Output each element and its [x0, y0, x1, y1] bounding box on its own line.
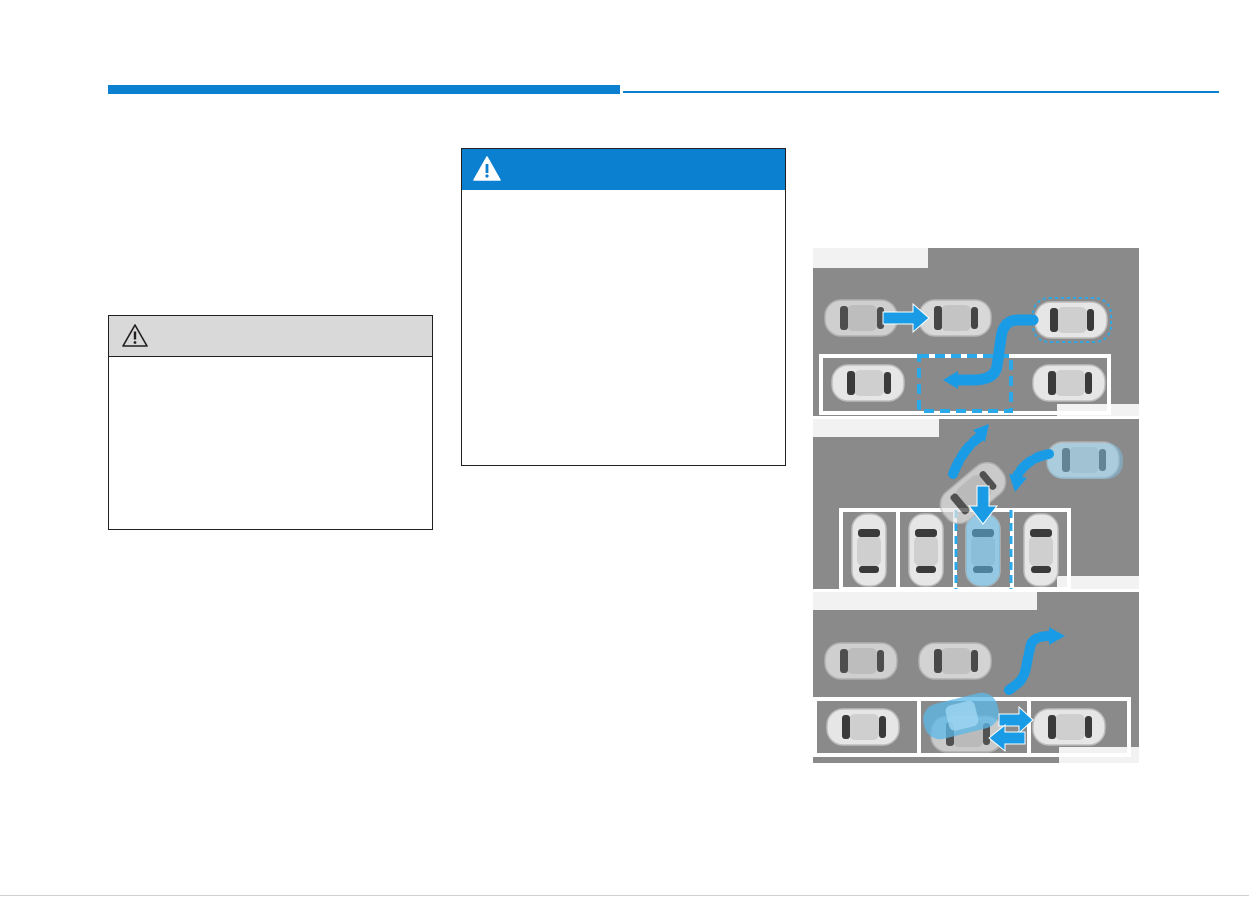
warning-header	[462, 149, 785, 190]
car-icon	[1032, 708, 1106, 746]
car-icon	[918, 642, 992, 680]
caution-triangle-icon	[122, 324, 148, 347]
car-icon	[1032, 364, 1106, 402]
car-icon	[826, 708, 900, 746]
warning-box	[461, 148, 786, 466]
car-icon	[918, 299, 992, 337]
car-icon	[908, 513, 944, 587]
page-bottom-rule	[0, 895, 1249, 896]
car-icon	[851, 513, 887, 587]
caution-box	[108, 315, 433, 530]
car-icon	[824, 642, 898, 680]
panel-perpendicular-parking	[813, 419, 1139, 591]
car-icon	[1034, 301, 1108, 339]
parking-illustration	[813, 248, 1139, 763]
header-rule	[623, 91, 1219, 93]
car-icon	[1023, 513, 1059, 587]
warning-triangle-icon	[473, 156, 501, 181]
panel-parallel-parking	[813, 248, 1139, 416]
header-accent-bar	[108, 85, 620, 94]
panel-parallel-exit	[813, 592, 1139, 763]
caution-header	[109, 316, 432, 357]
car-icon	[831, 364, 905, 402]
